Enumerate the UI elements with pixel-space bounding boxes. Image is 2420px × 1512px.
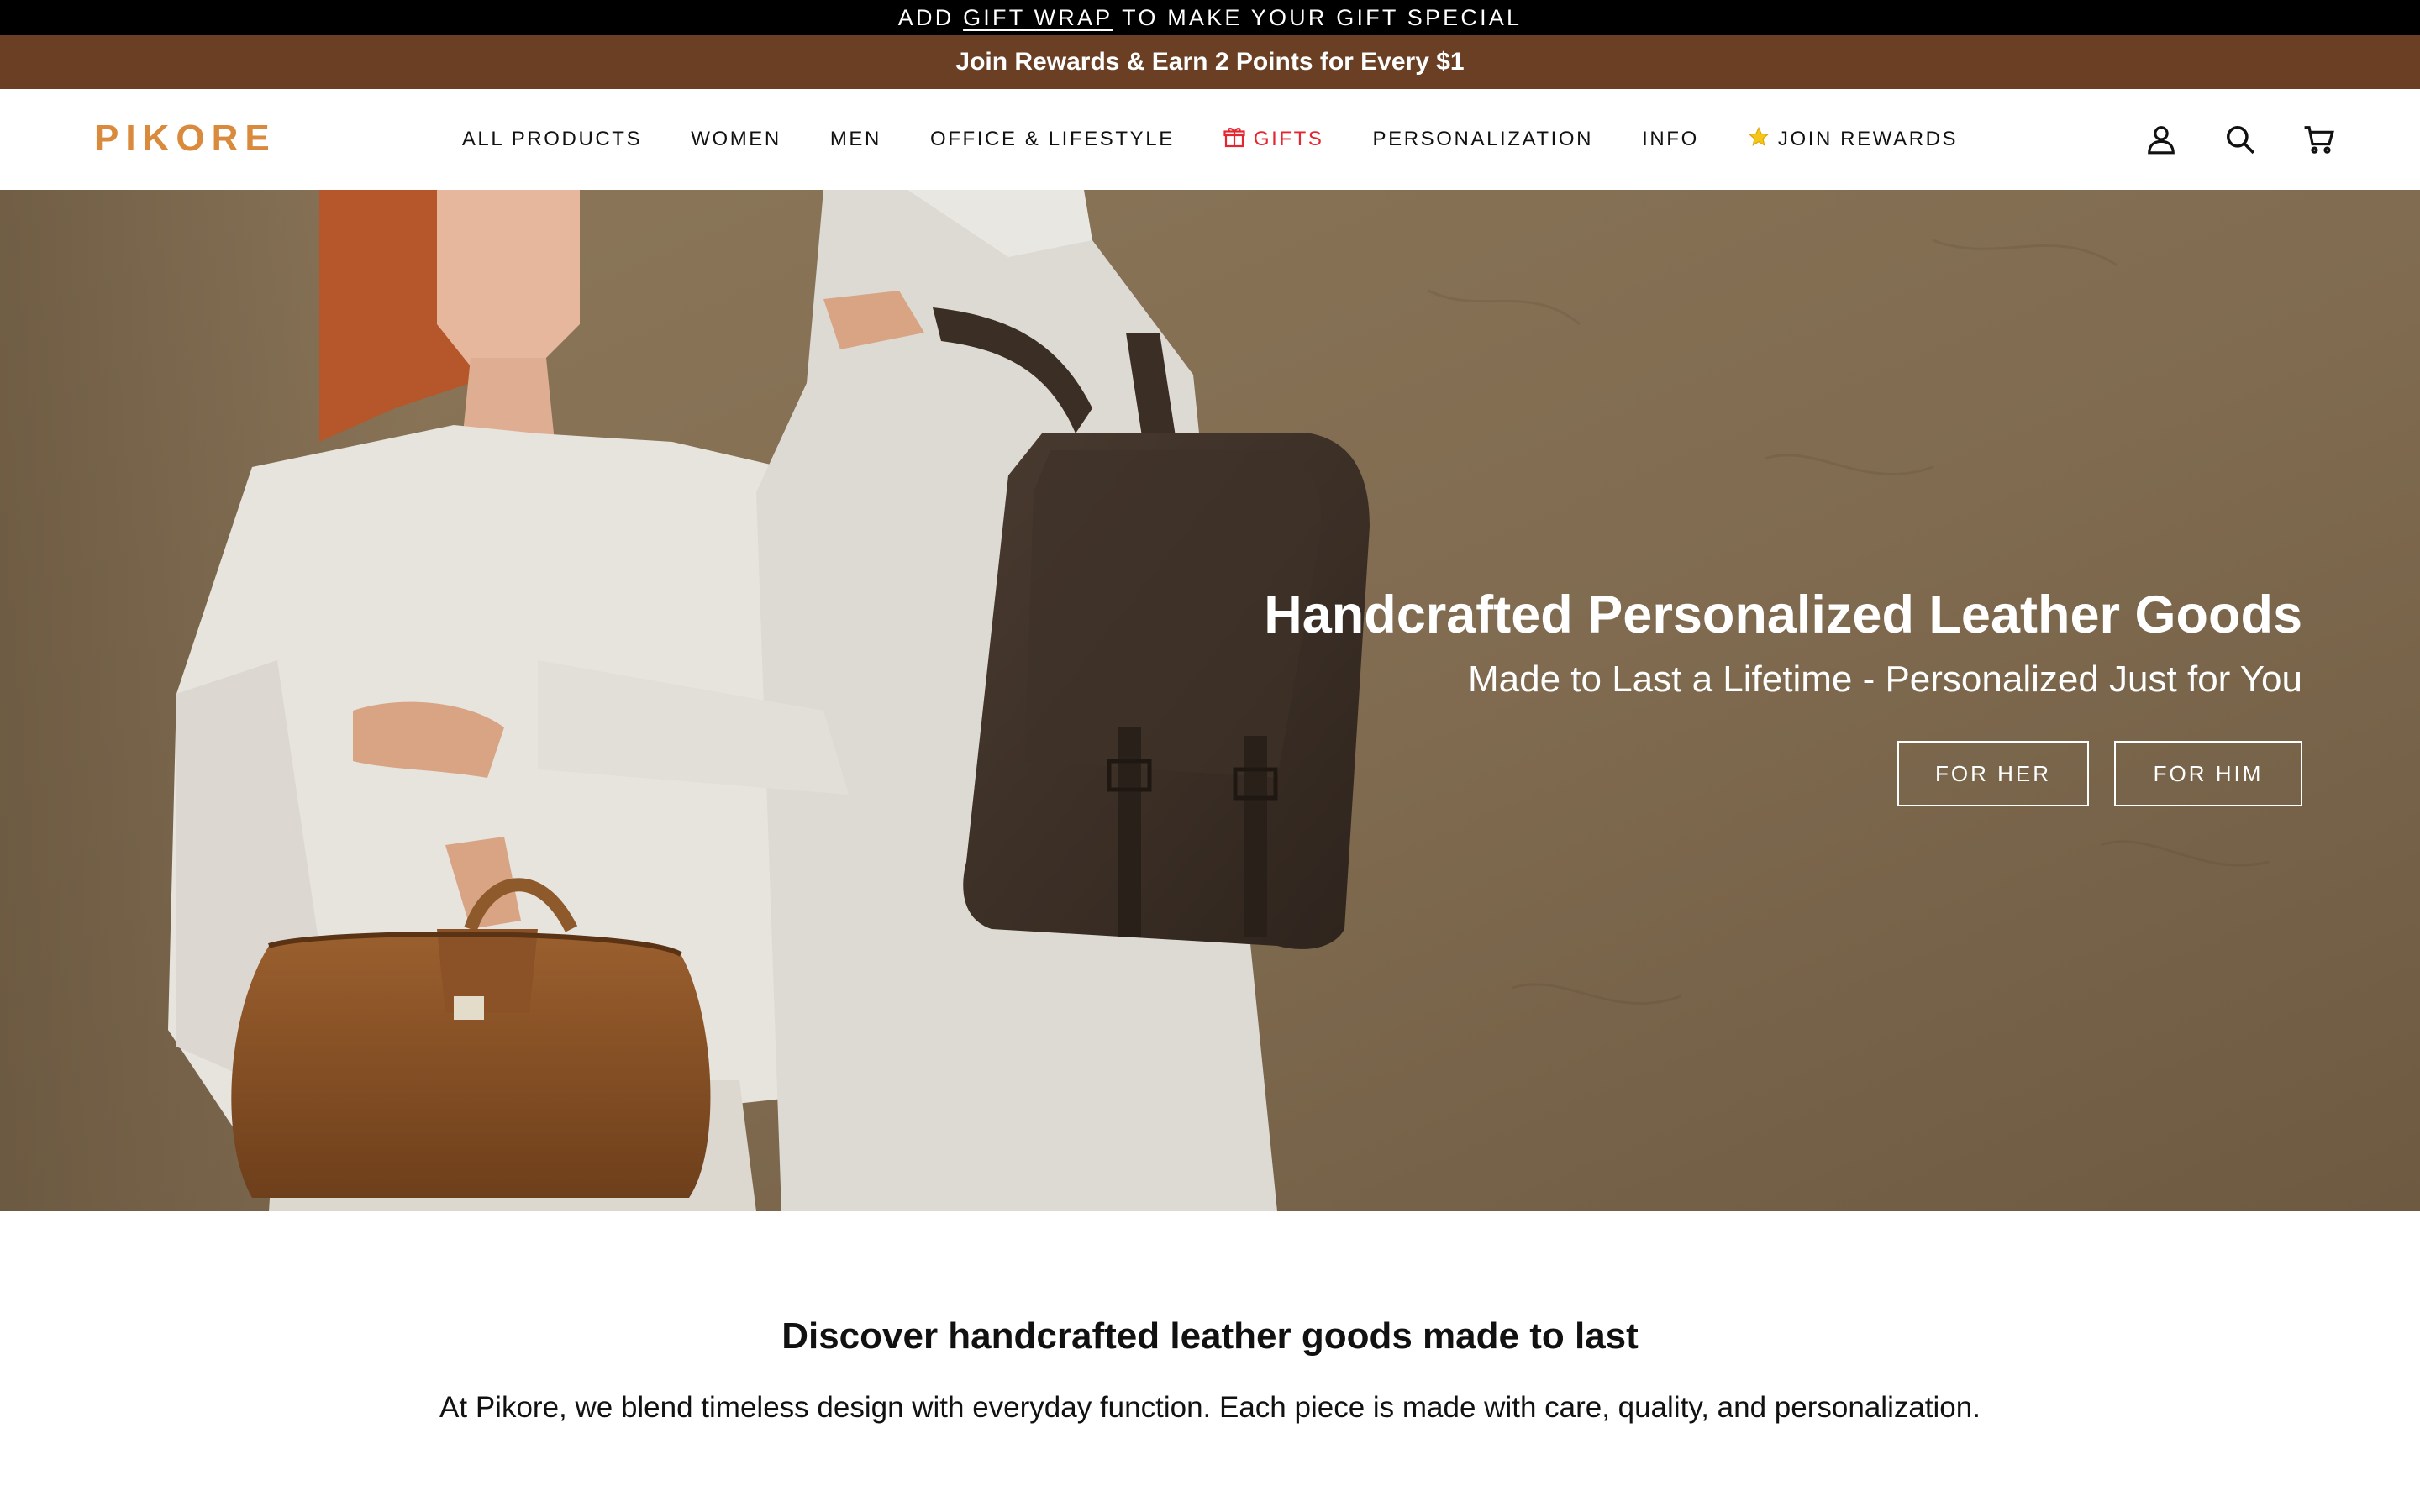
star-icon <box>1748 126 1770 154</box>
nav-item-personalization[interactable]: PERSONALIZATION <box>1373 128 1594 151</box>
nav-item-label: OFFICE & LIFESTYLE <box>929 128 1175 150</box>
site-header: PIKORE ALL PRODUCTS WOMEN MEN OFFICE & L… <box>0 89 2420 190</box>
account-icon[interactable] <box>2141 119 2181 160</box>
nav-item-gifts[interactable]: GIFTS <box>1223 126 1324 154</box>
hero-banner: Handcrafted Personalized Leather Goods M… <box>0 190 2420 1211</box>
nav-item-label: ALL PRODUCTS <box>461 128 643 150</box>
hero-title: Handcrafted Personalized Leather Goods <box>1264 585 2302 644</box>
rewards-bar[interactable]: Join Rewards & Earn 2 Points for Every $… <box>0 35 2420 89</box>
header-actions <box>2102 119 2339 160</box>
intro-title: Discover handcrafted leather goods made … <box>781 1315 1639 1357</box>
nav-item-women[interactable]: WOMEN <box>691 128 781 151</box>
nav-item-label: JOIN REWARDS <box>1777 128 1959 150</box>
nav-item-all-products[interactable]: ALL PRODUCTS <box>462 128 642 151</box>
logo[interactable]: PIKORE <box>94 118 276 160</box>
intro-body: At Pikore, we blend timeless design with… <box>439 1391 1981 1424</box>
for-her-button[interactable]: FOR HER <box>1897 741 2089 807</box>
gift-icon <box>1223 126 1245 154</box>
nav-item-men[interactable]: MEN <box>830 128 881 151</box>
nav-item-label: MEN <box>829 128 881 150</box>
search-icon[interactable] <box>2220 119 2260 160</box>
intro-section: Discover handcrafted leather goods made … <box>0 1211 2420 1512</box>
announcement-bar: ADD GIFT WRAP TO MAKE YOUR GIFT SPECIAL <box>0 0 2420 35</box>
announcement-prefix: ADD <box>897 4 955 30</box>
gift-wrap-link[interactable]: GIFT WRAP <box>963 5 1113 31</box>
nav-item-office-lifestyle[interactable]: OFFICE & LIFESTYLE <box>930 128 1175 151</box>
nav-item-label: GIFTS <box>1253 128 1324 150</box>
nav-item-join-rewards[interactable]: JOIN REWARDS <box>1748 126 1958 154</box>
hero-subtitle: Made to Last a Lifetime - Personalized J… <box>1467 659 2302 701</box>
nav-item-label: PERSONALIZATION <box>1372 128 1594 150</box>
cart-icon[interactable] <box>2299 119 2339 160</box>
announcement-suffix: TO MAKE YOUR GIFT SPECIAL <box>1122 4 1523 30</box>
for-him-button[interactable]: FOR HIM <box>2114 741 2302 807</box>
nav-item-info[interactable]: INFO <box>1642 128 1699 151</box>
rewards-bar-text[interactable]: Join Rewards & Earn 2 Points for Every $… <box>955 48 1464 76</box>
hero-content: Handcrafted Personalized Leather Goods M… <box>1264 585 2302 807</box>
hero-buttons: FOR HER FOR HIM <box>1264 741 2302 807</box>
nav-item-label: WOMEN <box>691 128 781 150</box>
main-nav: ALL PRODUCTS WOMEN MEN OFFICE & LIFESTYL… <box>462 89 1956 190</box>
nav-item-label: INFO <box>1642 128 1699 150</box>
